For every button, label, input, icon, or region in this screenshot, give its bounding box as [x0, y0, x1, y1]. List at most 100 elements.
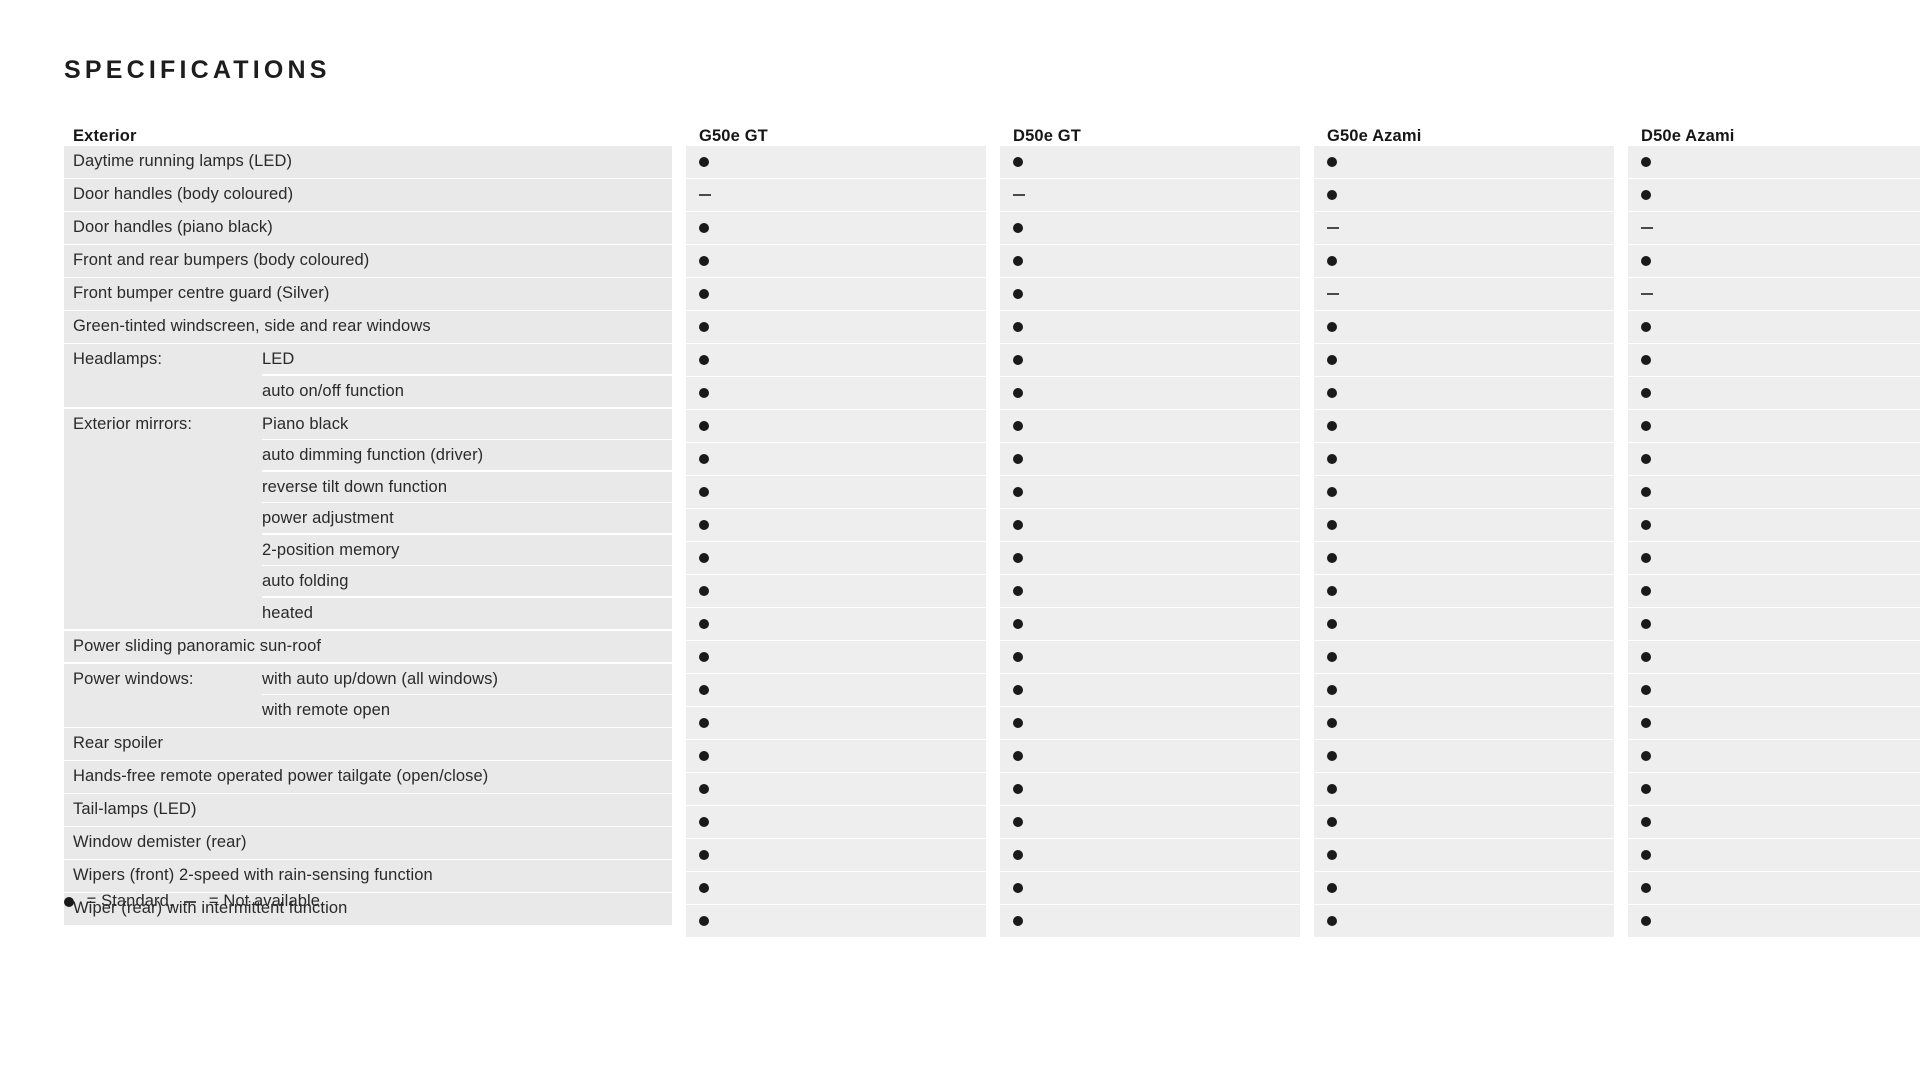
- availability-cell: [1314, 311, 1614, 343]
- column-header-exterior: Exterior: [73, 127, 137, 145]
- standard-dot-icon: [1013, 585, 1023, 596]
- availability-cell: [1628, 674, 1920, 706]
- standard-dot-icon: [1013, 156, 1023, 167]
- availability-cell: [1000, 608, 1300, 640]
- feature-subitem-wrapper: power adjustment: [262, 503, 672, 535]
- availability-cell: [1628, 773, 1920, 805]
- availability-cell: [1628, 509, 1920, 541]
- standard-dot-icon: [1641, 849, 1651, 860]
- availability-cell: [686, 575, 986, 607]
- standard-dot-icon: [1641, 750, 1651, 761]
- standard-dot-icon: [1641, 321, 1651, 332]
- standard-dot-icon: [1327, 618, 1337, 629]
- feature-label: Door handles (body coloured): [73, 185, 294, 204]
- availability-cell: [1628, 410, 1920, 442]
- feature-subitem-label: Piano black: [262, 414, 349, 433]
- availability-cell: [1314, 905, 1614, 937]
- table-row: Door handles (body coloured): [64, 179, 672, 211]
- standard-dot-icon: [1327, 651, 1337, 662]
- standard-dot-icon: [699, 552, 709, 563]
- standard-dot-icon: [1013, 915, 1023, 926]
- standard-dot-icon: [1013, 816, 1023, 827]
- feature-label: Front bumper centre guard (Silver): [73, 284, 330, 303]
- availability-cell: [1314, 575, 1614, 607]
- standard-dot-icon: [1327, 783, 1337, 794]
- standard-dot-icon: [1641, 387, 1651, 398]
- availability-cell: [686, 245, 986, 277]
- standard-dot-icon: [1013, 321, 1023, 332]
- availability-cell: [1628, 707, 1920, 739]
- availability-cell: [1314, 542, 1614, 574]
- availability-cell: [1000, 773, 1300, 805]
- standard-dot-icon: [1013, 288, 1023, 299]
- column-gap: [1614, 146, 1628, 938]
- table-row: Green-tinted windscreen, side and rear w…: [64, 311, 672, 343]
- availability-cell: [1000, 278, 1300, 310]
- standard-dot-icon: [699, 585, 709, 596]
- standard-dot-icon: [1641, 882, 1651, 893]
- standard-dot-icon: [1013, 255, 1023, 266]
- availability-cell: [1314, 773, 1614, 805]
- standard-dot-icon: [1641, 717, 1651, 728]
- table-row: auto on/off function: [64, 375, 672, 408]
- availability-cell: [1000, 245, 1300, 277]
- availability-cell: [1628, 443, 1920, 475]
- availability-cell: [686, 443, 986, 475]
- availability-cell: [686, 905, 986, 937]
- availability-cell: [686, 146, 986, 178]
- feature-subitem-label: reverse tilt down function: [262, 477, 448, 496]
- standard-dot-icon: [1327, 354, 1337, 365]
- not-available-dash-icon: [1641, 226, 1653, 229]
- standard-dot-icon: [1327, 486, 1337, 497]
- mark-column-d50e-gt: [1000, 146, 1300, 938]
- standard-dot-icon: [699, 783, 709, 794]
- feature-subitem-wrapper: auto folding: [262, 566, 672, 598]
- standard-dot-icon: [1641, 618, 1651, 629]
- availability-cell: [1628, 542, 1920, 574]
- feature-label: Daytime running lamps (LED): [73, 152, 293, 171]
- table-row: Front bumper centre guard (Silver): [64, 278, 672, 310]
- standard-dot-icon: [1013, 618, 1023, 629]
- availability-cell: [686, 707, 986, 739]
- availability-cell: [1314, 476, 1614, 508]
- table-row: Power sliding panoramic sun-roof: [64, 630, 672, 662]
- not-available-dash-icon: [1641, 292, 1653, 295]
- standard-dot-icon: [1013, 387, 1023, 398]
- not-available-dash-icon: [184, 900, 197, 903]
- not-available-dash-icon: [1013, 193, 1025, 196]
- availability-cell: [686, 773, 986, 805]
- standard-dot-icon: [699, 717, 709, 728]
- standard-dot-icon: [699, 486, 709, 497]
- availability-cell: [1314, 806, 1614, 838]
- feature-subitem-wrapper: auto on/off function: [262, 376, 672, 408]
- not-available-dash-icon: [1327, 292, 1339, 295]
- availability-cell: [1000, 344, 1300, 376]
- availability-cell: [686, 608, 986, 640]
- feature-subitem-label: LED: [262, 350, 295, 369]
- table-row: Door handles (piano black): [64, 212, 672, 244]
- not-available-dash-icon: [699, 193, 711, 196]
- availability-cell: [1628, 641, 1920, 673]
- column-gap: [672, 146, 686, 938]
- feature-subitem-wrapper: reverse tilt down function: [262, 472, 672, 504]
- availability-cell: [1628, 839, 1920, 871]
- feature-label: Rear spoiler: [73, 734, 164, 753]
- standard-dot-icon: [1013, 717, 1023, 728]
- availability-cell: [1314, 707, 1614, 739]
- availability-cell: [686, 740, 986, 772]
- availability-cell: [1628, 872, 1920, 904]
- standard-dot-icon: [1013, 552, 1023, 563]
- availability-cell: [1000, 443, 1300, 475]
- feature-label: Green-tinted windscreen, side and rear w…: [73, 317, 431, 336]
- table-row: Hands-free remote operated power tailgat…: [64, 761, 672, 793]
- feature-group: Power windows: with auto up/down (all win…: [64, 663, 672, 727]
- standard-dot-icon: [1013, 684, 1023, 695]
- availability-cell: [1314, 179, 1614, 211]
- availability-cell: [1314, 608, 1614, 640]
- mark-column-d50e-azami: [1628, 146, 1920, 938]
- availability-cell: [1000, 146, 1300, 178]
- standard-dot-icon: [1327, 519, 1337, 530]
- standard-dot-icon: [1641, 354, 1651, 365]
- standard-dot-icon: [699, 750, 709, 761]
- availability-cell: [1628, 608, 1920, 640]
